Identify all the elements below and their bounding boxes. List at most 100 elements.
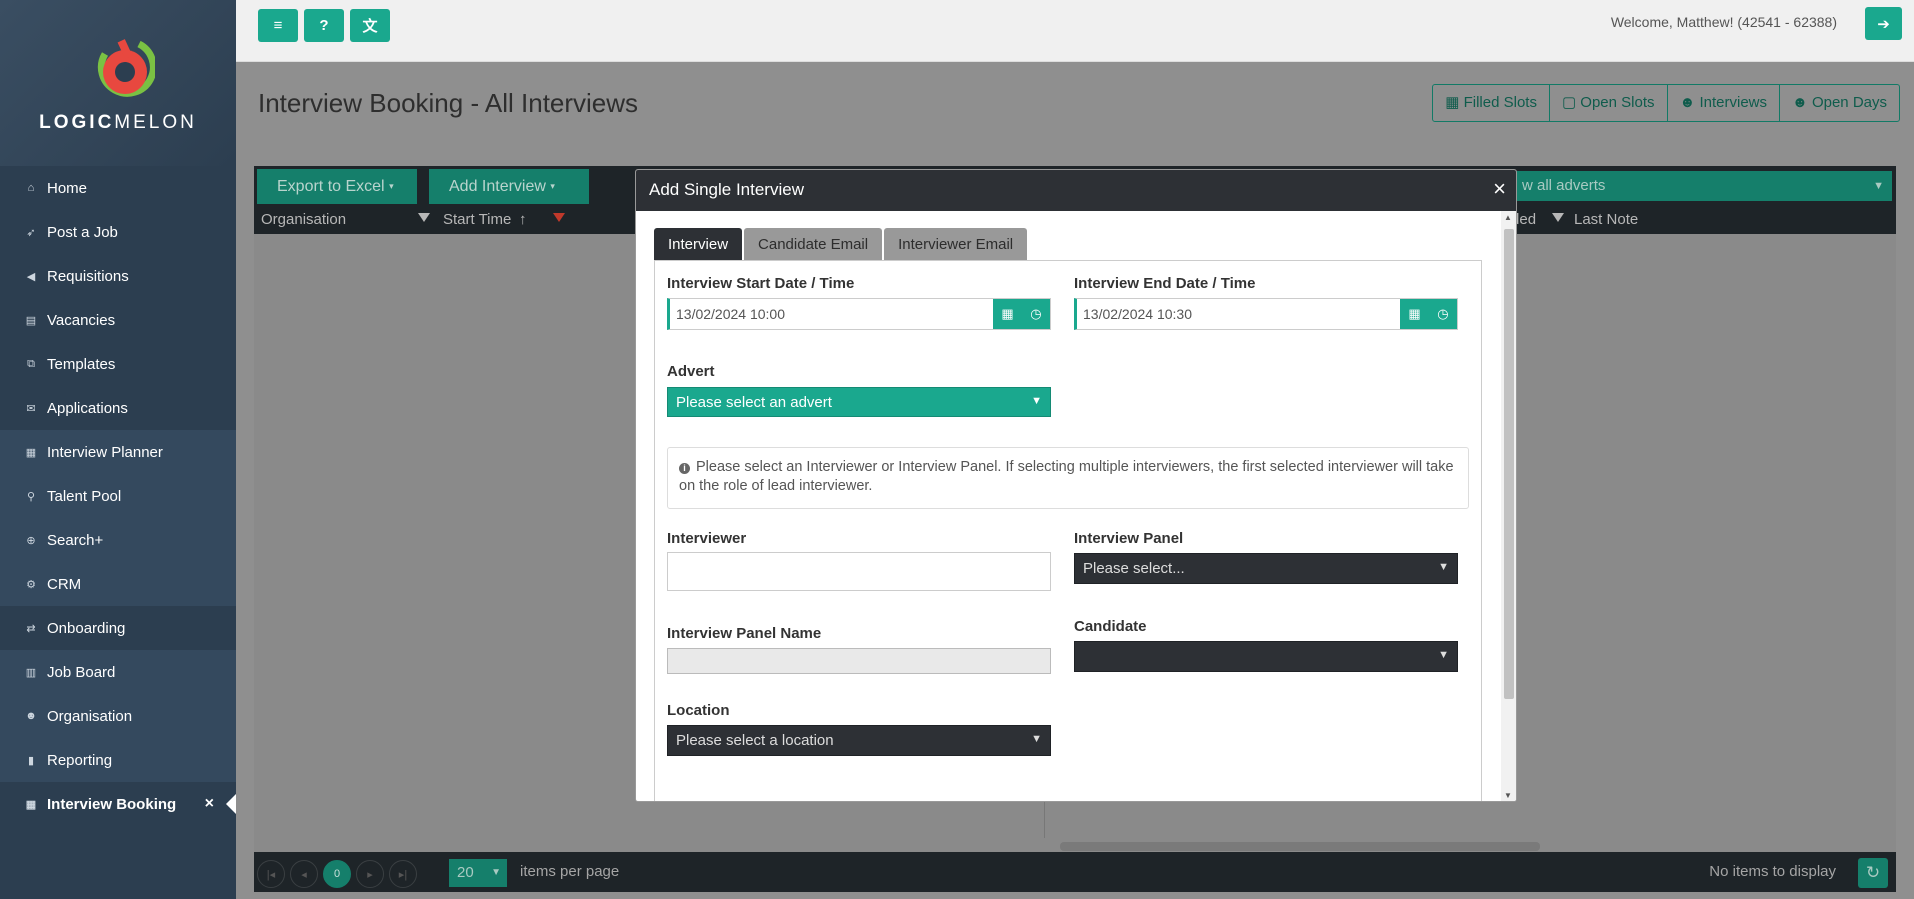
sidebar-item-applications[interactable]: ✉ Applications: [0, 386, 236, 430]
current-page[interactable]: 0: [323, 860, 351, 888]
scroll-thumb[interactable]: [1060, 842, 1540, 851]
search-plus-icon: ⊕: [26, 534, 36, 547]
start-picker-buttons: ▦ ◷: [993, 299, 1050, 329]
welcome-text: Welcome, Matthew! (42541 - 62388): [1610, 14, 1837, 30]
crm-icon: ⚙: [26, 578, 36, 591]
candidate-label: Candidate: [1074, 618, 1147, 635]
interviewer-input[interactable]: [667, 552, 1051, 591]
sidebar-item-interview-planner[interactable]: ▦ Interview Planner: [0, 430, 236, 474]
scroll-up-icon[interactable]: ▲: [1504, 213, 1512, 222]
advert-label: Advert: [667, 363, 715, 380]
sidebar-item-job-board[interactable]: ▥ Job Board: [0, 650, 236, 694]
menu-button[interactable]: ≡: [258, 9, 298, 42]
tab-interview[interactable]: Interview: [654, 228, 743, 260]
refresh-icon: ↻: [1865, 863, 1881, 882]
view-tabs: ▦ Filled Slots ▢ Open Slots ☻ Interviews…: [1432, 84, 1900, 122]
tab-open-slots[interactable]: ▢ Open Slots: [1550, 85, 1668, 121]
brand: LOGICMELON: [0, 0, 236, 166]
sidebar-item-onboarding[interactable]: ⇄ Onboarding: [0, 606, 236, 650]
calendar-icon: ▦: [25, 798, 37, 811]
chevron-down-icon: ▼: [1031, 733, 1042, 745]
adverts-filter-select[interactable]: w all adverts ▼: [1516, 171, 1892, 201]
export-to-excel-button[interactable]: Export to Excel ▾: [257, 169, 417, 204]
caret-down-icon: ▾: [550, 181, 555, 191]
candidate-select[interactable]: ▼: [1074, 641, 1458, 672]
column-start-time[interactable]: Start Time: [443, 211, 511, 228]
interviewer-label: Interviewer: [667, 530, 747, 547]
close-icon[interactable]: ×: [1493, 176, 1506, 202]
next-page-icon[interactable]: ▸: [356, 860, 384, 888]
column-organisation[interactable]: Organisation: [261, 211, 346, 228]
tab-candidate-email[interactable]: Candidate Email: [744, 228, 883, 260]
modal-scrollbar[interactable]: ▲ ▼: [1501, 211, 1516, 801]
sidebar-item-home[interactable]: ⌂ Home: [0, 166, 236, 210]
chevron-down-icon: ▼: [1873, 180, 1884, 192]
interview-panel-name-label: Interview Panel Name: [667, 625, 822, 642]
items-per-page-label: items per page: [520, 863, 620, 880]
interview-panel-select[interactable]: Please select... ▼: [1074, 553, 1458, 584]
location-select[interactable]: Please select a location ▼: [667, 725, 1051, 756]
scroll-thumb[interactable]: [1504, 229, 1514, 699]
rocket-icon: ➶: [26, 226, 36, 239]
chevron-down-icon: ▼: [1438, 561, 1449, 573]
calendar-icon[interactable]: ▦: [1408, 306, 1420, 322]
sidebar-item-templates[interactable]: ⧉ Templates: [0, 342, 236, 386]
calendar-icon[interactable]: ▦: [1001, 306, 1013, 322]
info-icon: i: [679, 463, 690, 474]
start-datetime-input[interactable]: 13/02/2024 10:00 ▦ ◷: [667, 298, 1051, 330]
sidebar-item-crm[interactable]: ⚙ CRM: [0, 562, 236, 606]
sidebar-item-interview-booking[interactable]: ▦ Interview Booking ×: [0, 782, 236, 826]
brand-name: LOGICMELON: [39, 112, 197, 133]
end-datetime-input[interactable]: 13/02/2024 10:30 ▦ ◷: [1074, 298, 1458, 330]
logicmelon-logo-icon: [97, 39, 155, 97]
sidebar-item-reporting[interactable]: ▮ Reporting: [0, 738, 236, 782]
sidebar-item-talent-pool[interactable]: ⚲ Talent Pool: [0, 474, 236, 518]
page-size-select[interactable]: 20 ▼: [449, 859, 507, 887]
column-last-note[interactable]: Last Note: [1574, 211, 1894, 228]
sidebar-item-organisation[interactable]: ☻ Organisation: [0, 694, 236, 738]
home-icon: ⌂: [27, 182, 35, 194]
location-label: Location: [667, 702, 730, 719]
refresh-button[interactable]: ↻: [1858, 858, 1888, 888]
calendar-icon: ▦: [25, 446, 37, 459]
tab-open-days[interactable]: ☻ Open Days: [1780, 85, 1899, 121]
start-datetime-label: Interview Start Date / Time: [667, 275, 855, 292]
clock-icon[interactable]: ◷: [1437, 306, 1448, 322]
sidebar-item-requisitions[interactable]: ◀ Requisitions: [0, 254, 236, 298]
scroll-down-icon[interactable]: ▼: [1504, 791, 1512, 800]
logout-button[interactable]: ➔: [1865, 7, 1902, 40]
interview-form: Interview Start Date / Time 13/02/2024 1…: [654, 260, 1482, 801]
tab-filled-slots[interactable]: ▦ Filled Slots: [1433, 85, 1550, 121]
bullhorn-icon: ◀: [26, 270, 36, 283]
add-interview-button[interactable]: Add Interview ▾: [429, 169, 589, 204]
chevron-down-icon: ▼: [491, 867, 501, 878]
envelope-icon: ✉: [26, 402, 36, 415]
sort-up-icon: ↑: [519, 211, 527, 228]
clock-icon[interactable]: ◷: [1030, 306, 1041, 322]
filter-icon[interactable]: [1552, 213, 1564, 222]
advert-select[interactable]: Please select an advert ▼: [667, 387, 1051, 417]
sidebar-item-vacancies[interactable]: ▤ Vacancies: [0, 298, 236, 342]
tab-interviewer-email[interactable]: Interviewer Email: [884, 228, 1028, 260]
first-page-icon[interactable]: |◂: [257, 860, 285, 888]
sidebar-item-search-plus[interactable]: ⊕ Search+: [0, 518, 236, 562]
sidebar-item-post-a-job[interactable]: ➶ Post a Job: [0, 210, 236, 254]
last-page-icon[interactable]: ▸|: [389, 860, 417, 888]
help-button[interactable]: ?: [304, 9, 344, 42]
page-title: Interview Booking - All Interviews: [258, 88, 639, 118]
translate-icon: 文: [362, 18, 378, 35]
modal-title: Add Single Interview: [636, 170, 1516, 211]
horizontal-scrollbar[interactable]: [254, 838, 1896, 852]
tab-interviews[interactable]: ☻ Interviews: [1668, 85, 1780, 121]
calendar-icon: ▦: [1445, 94, 1464, 111]
prev-page-icon[interactable]: ◂: [290, 860, 318, 888]
caret-down-icon: ▾: [389, 181, 394, 191]
copy-icon: ⧉: [27, 357, 35, 370]
close-icon[interactable]: ×: [205, 795, 214, 813]
sidebar-nav: ⌂ Home ➶ Post a Job ◀ Requisitions ▤ Vacanci…: [0, 166, 236, 826]
add-single-interview-modal: Add Single Interview × ▲ ▼ Interview Can…: [635, 169, 1517, 802]
translate-button[interactable]: 文: [350, 9, 390, 42]
filter-active-icon[interactable]: [553, 213, 565, 222]
filter-icon[interactable]: [418, 213, 430, 222]
interview-panel-label: Interview Panel: [1074, 530, 1184, 547]
